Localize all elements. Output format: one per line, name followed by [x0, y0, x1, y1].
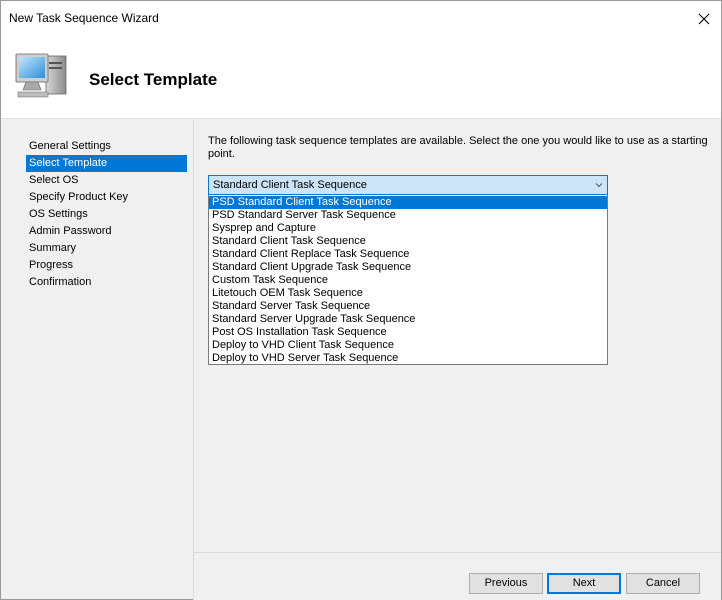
template-option-litetouch-oem[interactable]: Litetouch OEM Task Sequence [209, 287, 607, 300]
wizard-steps-nav: General Settings Select Template Select … [1, 119, 194, 600]
window-title: New Task Sequence Wizard [9, 11, 159, 25]
previous-button[interactable]: Previous [469, 573, 543, 594]
wizard-footer: Previous Next Cancel [194, 552, 721, 600]
template-option-sysprep-and-capture[interactable]: Sysprep and Capture [209, 222, 607, 235]
template-select[interactable]: Standard Client Task Sequence [208, 175, 608, 195]
nav-item-confirmation[interactable]: Confirmation [26, 274, 187, 291]
template-option-post-os-installation[interactable]: Post OS Installation Task Sequence [209, 326, 607, 339]
wizard-window: New Task Sequence Wizard Select Template… [0, 0, 722, 600]
template-option-standard-client-upgrade[interactable]: Standard Client Upgrade Task Sequence [209, 261, 607, 274]
template-option-psd-standard-client[interactable]: PSD Standard Client Task Sequence [209, 196, 607, 209]
close-button[interactable] [687, 1, 721, 36]
next-button[interactable]: Next [547, 573, 621, 594]
template-dropdown-list: PSD Standard Client Task Sequence PSD St… [208, 195, 608, 365]
template-option-deploy-vhd-client[interactable]: Deploy to VHD Client Task Sequence [209, 339, 607, 352]
nav-item-progress[interactable]: Progress [26, 257, 187, 274]
nav-item-specify-product-key[interactable]: Specify Product Key [26, 189, 187, 206]
nav-item-os-settings[interactable]: OS Settings [26, 206, 187, 223]
template-option-standard-server-upgrade[interactable]: Standard Server Upgrade Task Sequence [209, 313, 607, 326]
template-option-standard-client-replace[interactable]: Standard Client Replace Task Sequence [209, 248, 607, 261]
close-icon [698, 13, 710, 24]
wizard-header: Select Template [1, 36, 721, 118]
template-option-standard-server[interactable]: Standard Server Task Sequence [209, 300, 607, 313]
nav-item-admin-password[interactable]: Admin Password [26, 223, 187, 240]
nav-item-select-os[interactable]: Select OS [26, 172, 187, 189]
chevron-down-icon [595, 183, 603, 188]
nav-item-select-template[interactable]: Select Template [26, 155, 187, 172]
nav-item-summary[interactable]: Summary [26, 240, 187, 257]
nav-item-general-settings[interactable]: General Settings [26, 138, 187, 155]
computer-monitor-icon [15, 53, 67, 98]
cancel-button[interactable]: Cancel [626, 573, 700, 594]
template-option-standard-client[interactable]: Standard Client Task Sequence [209, 235, 607, 248]
instructions-text: The following task sequence templates ar… [208, 135, 708, 160]
wizard-content: The following task sequence templates ar… [194, 119, 721, 552]
template-option-deploy-vhd-server[interactable]: Deploy to VHD Server Task Sequence [209, 352, 607, 365]
page-title: Select Template [89, 70, 218, 89]
title-bar: New Task Sequence Wizard [1, 1, 721, 36]
template-option-psd-standard-server[interactable]: PSD Standard Server Task Sequence [209, 209, 607, 222]
template-select-value: Standard Client Task Sequence [213, 179, 367, 191]
template-option-custom[interactable]: Custom Task Sequence [209, 274, 607, 287]
wizard-body: General Settings Select Template Select … [1, 118, 721, 600]
